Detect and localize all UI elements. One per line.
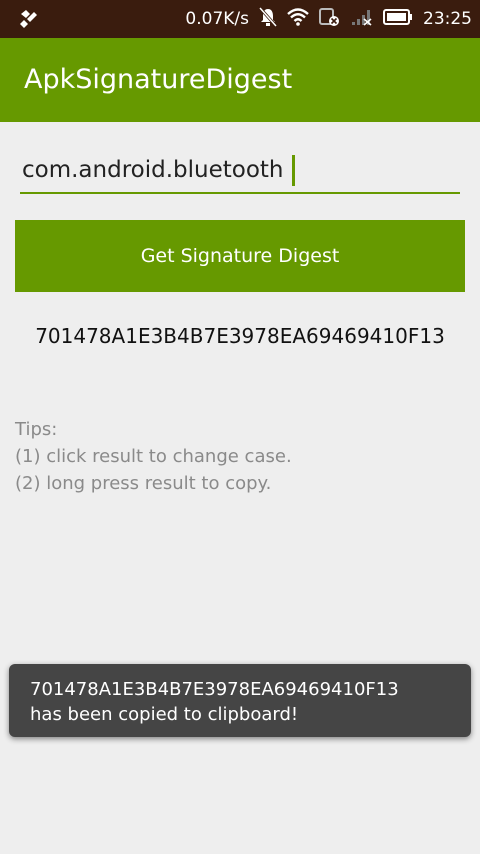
sim-icon xyxy=(319,7,341,32)
app-title: ApkSignatureDigest xyxy=(24,64,293,95)
tips-text: Tips: (1) click result to change case. (… xyxy=(15,416,292,497)
status-icons: 0.07K/s 23:25 xyxy=(185,0,472,38)
signal-icon xyxy=(351,8,373,31)
tips-heading: Tips: xyxy=(15,419,58,440)
toast-digest: 701478A1E3B4B7E3978EA69469410F13 xyxy=(30,679,399,700)
toast-message: has been copied to clipboard! xyxy=(30,704,299,725)
status-time: 23:25 xyxy=(423,9,472,29)
app-bar: ApkSignatureDigest xyxy=(0,38,480,122)
text-cursor xyxy=(292,155,295,186)
wifi-icon xyxy=(287,7,309,31)
get-signature-digest-button[interactable]: Get Signature Digest xyxy=(15,220,465,292)
tip-line: (1) click result to change case. xyxy=(15,446,292,467)
tip-line: (2) long press result to copy. xyxy=(15,473,272,494)
input-underline xyxy=(20,192,460,194)
copied-toast: 701478A1E3B4B7E3978EA69469410F13 has bee… xyxy=(9,664,471,737)
package-name-input[interactable] xyxy=(20,148,460,192)
network-speed: 0.07K/s xyxy=(185,9,249,29)
status-bar: 0.07K/s 23:25 xyxy=(0,0,480,38)
app-notification-icon xyxy=(18,9,38,29)
digest-result[interactable]: 701478A1E3B4B7E3978EA69469410F13 xyxy=(0,324,480,348)
battery-icon xyxy=(383,8,413,30)
mute-icon xyxy=(258,6,278,32)
package-name-field[interactable] xyxy=(20,148,460,196)
